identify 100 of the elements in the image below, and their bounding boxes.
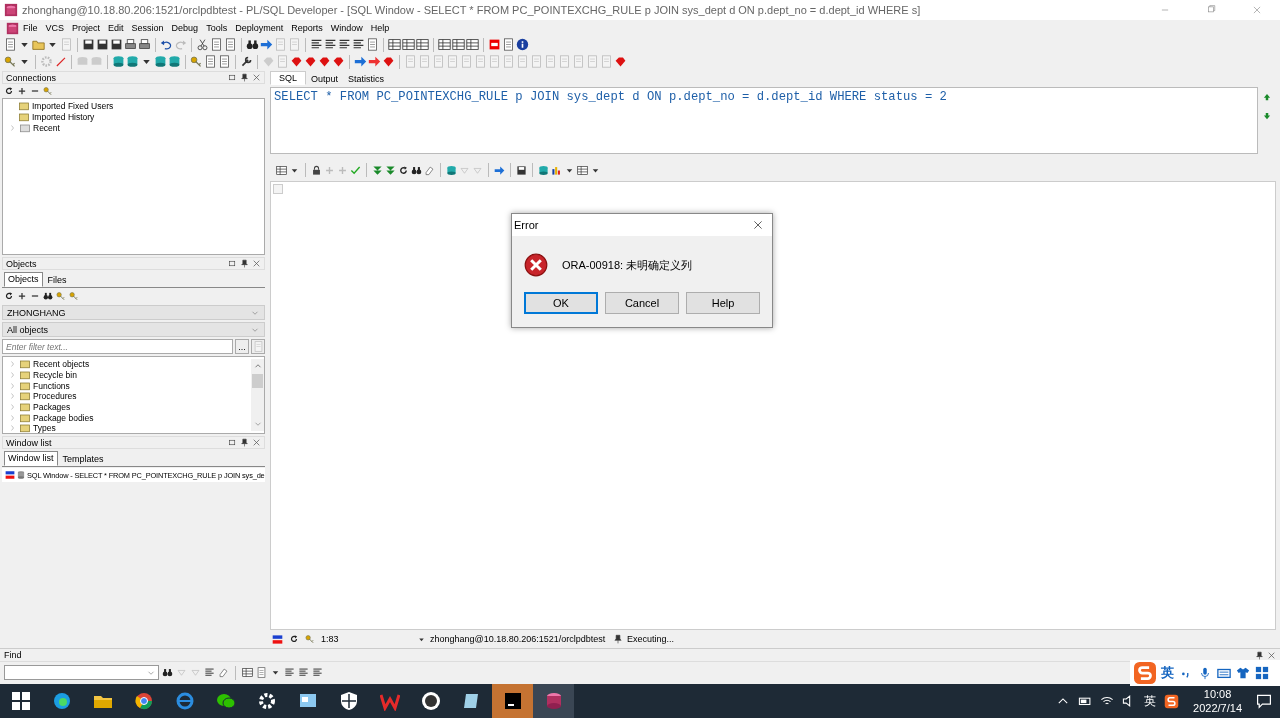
grid-icon[interactable] <box>577 164 588 176</box>
menu-item[interactable]: Tools <box>202 23 232 33</box>
list-icon[interactable] <box>284 667 295 678</box>
tree-item[interactable]: Types <box>33 423 56 433</box>
page-icon[interactable] <box>210 38 223 51</box>
tab[interactable]: Window list <box>4 451 58 466</box>
grid-icon[interactable] <box>242 667 253 678</box>
app-icon[interactable] <box>6 21 19 35</box>
menu-item[interactable]: File <box>19 23 42 33</box>
page-icon[interactable] <box>204 55 217 68</box>
gem-icon[interactable] <box>304 55 317 68</box>
dialog-button[interactable]: Help <box>686 292 760 314</box>
error-icon[interactable] <box>524 253 548 277</box>
plus-icon[interactable] <box>17 291 27 301</box>
restore-icon[interactable] <box>228 73 237 82</box>
gem-icon[interactable] <box>382 55 395 68</box>
menu-item[interactable]: Window <box>326 23 367 33</box>
close-icon[interactable] <box>252 73 261 82</box>
key-icon[interactable] <box>4 55 17 68</box>
grid-icon[interactable] <box>438 38 451 51</box>
database-icon[interactable] <box>154 55 167 68</box>
browse-button[interactable]: ... <box>235 339 249 354</box>
tab[interactable]: Objects <box>4 272 43 287</box>
ime-indicator[interactable]: 英 <box>1144 692 1157 710</box>
arrow-icon[interactable] <box>368 55 381 68</box>
eraser-icon[interactable] <box>218 667 229 678</box>
clock-date[interactable]: 2022/7/14 <box>1193 701 1242 715</box>
page-icon[interactable] <box>4 38 17 51</box>
browser-icon[interactable] <box>133 691 154 711</box>
gem-icon[interactable] <box>332 55 345 68</box>
scissors-icon[interactable] <box>196 38 209 51</box>
database-icon[interactable] <box>112 55 125 68</box>
pin-icon[interactable] <box>613 634 623 644</box>
menu-item[interactable]: Project <box>68 23 105 33</box>
menu-item[interactable]: Debug <box>167 23 203 33</box>
dialog-button[interactable]: Cancel <box>605 292 679 314</box>
grid-icon[interactable] <box>416 38 429 51</box>
dropdown[interactable]: ZHONGHANG <box>2 305 265 320</box>
gear-icon[interactable] <box>256 691 277 711</box>
pin-icon[interactable] <box>1255 650 1264 660</box>
grid-icon[interactable] <box>452 38 465 51</box>
page-icon[interactable] <box>224 38 237 51</box>
list-icon[interactable] <box>298 667 309 678</box>
binoculars-icon[interactable] <box>411 164 422 176</box>
tree-item[interactable]: Recent <box>33 122 60 133</box>
database-icon[interactable] <box>168 55 181 68</box>
database-icon[interactable] <box>446 164 457 176</box>
ime-logo-icon[interactable] <box>1164 693 1180 709</box>
windows-logo-icon[interactable] <box>10 691 31 711</box>
tree-item[interactable]: Recent objects <box>33 359 90 370</box>
app-icon[interactable] <box>4 3 18 17</box>
restore-icon[interactable] <box>228 438 237 447</box>
printer-icon[interactable] <box>138 38 151 51</box>
undo-icon[interactable] <box>160 38 173 51</box>
close-icon[interactable] <box>752 219 764 231</box>
scrollbar[interactable] <box>251 359 264 431</box>
pen-icon[interactable] <box>54 55 67 68</box>
close-icon[interactable] <box>252 438 261 447</box>
grid-icon[interactable] <box>466 38 479 51</box>
pin-icon[interactable] <box>240 259 249 268</box>
plus-icon[interactable] <box>17 86 27 96</box>
find-field[interactable] <box>4 665 159 680</box>
flag-icon[interactable] <box>272 633 283 645</box>
tree-item[interactable]: Recycle bin <box>33 370 77 381</box>
double-arrow-icon[interactable] <box>372 164 383 176</box>
pin-icon[interactable] <box>240 73 249 82</box>
grid-icon[interactable] <box>1255 666 1269 680</box>
menu-item[interactable]: Reports <box>287 23 327 33</box>
notification-icon[interactable] <box>1256 693 1272 709</box>
tree-item[interactable]: Imported Fixed Users <box>32 101 114 112</box>
sql-editor[interactable]: SELECT * FROM PC_POINTEXCHG_RULE p JOIN sys_dept d ON p.dept_no = d.dept_id WHERE status = 2 <box>270 87 1258 154</box>
ime-mode[interactable]: 英 <box>1161 664 1174 682</box>
page-icon[interactable] <box>502 38 515 51</box>
list-icon[interactable] <box>324 38 337 51</box>
tree-item[interactable]: Imported History <box>32 112 95 123</box>
browser-icon[interactable] <box>51 691 72 711</box>
key-icon[interactable] <box>43 86 53 96</box>
check-icon[interactable] <box>350 164 361 176</box>
restore-icon[interactable] <box>228 259 237 268</box>
tab[interactable]: Output <box>306 72 344 85</box>
double-arrow-icon[interactable] <box>385 164 396 176</box>
gem-icon[interactable] <box>614 55 627 68</box>
gem-icon[interactable] <box>318 55 331 68</box>
clock-time[interactable]: 10:08 <box>1203 687 1232 701</box>
chart-icon[interactable] <box>551 164 562 176</box>
shield-icon[interactable] <box>338 691 359 711</box>
shirt-icon[interactable] <box>1236 666 1250 680</box>
info-icon[interactable] <box>516 38 529 51</box>
keyboard-icon[interactable] <box>1217 666 1231 680</box>
key-icon[interactable] <box>69 291 79 301</box>
key-icon[interactable] <box>305 634 315 644</box>
tab[interactable]: Statistics <box>343 72 390 85</box>
binoculars-icon[interactable] <box>246 38 259 51</box>
page-icon[interactable] <box>218 55 231 68</box>
tab[interactable]: SQL <box>270 71 306 85</box>
database-icon[interactable] <box>126 55 139 68</box>
grid-icon[interactable] <box>402 38 415 51</box>
filter-field[interactable]: Enter filter text... <box>2 339 233 354</box>
menu-item[interactable]: Session <box>127 23 168 33</box>
menu-item[interactable]: VCS <box>41 23 69 33</box>
